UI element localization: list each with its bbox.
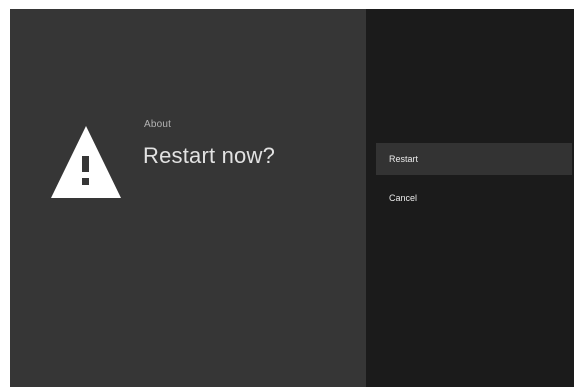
dialog-title: Restart now? bbox=[143, 143, 276, 168]
dialog-breadcrumb: About bbox=[144, 119, 172, 130]
actions-panel: Restart Cancel bbox=[366, 9, 574, 387]
cancel-button-label: Cancel bbox=[389, 193, 418, 203]
cancel-button[interactable]: Cancel bbox=[376, 182, 572, 214]
restart-dialog: About Restart now? Restart Cancel bbox=[10, 9, 574, 387]
warning-triangle-icon bbox=[50, 124, 122, 200]
dialog-info-panel: About Restart now? bbox=[10, 9, 366, 387]
restart-button[interactable]: Restart bbox=[376, 143, 572, 175]
restart-button-label: Restart bbox=[389, 154, 419, 164]
